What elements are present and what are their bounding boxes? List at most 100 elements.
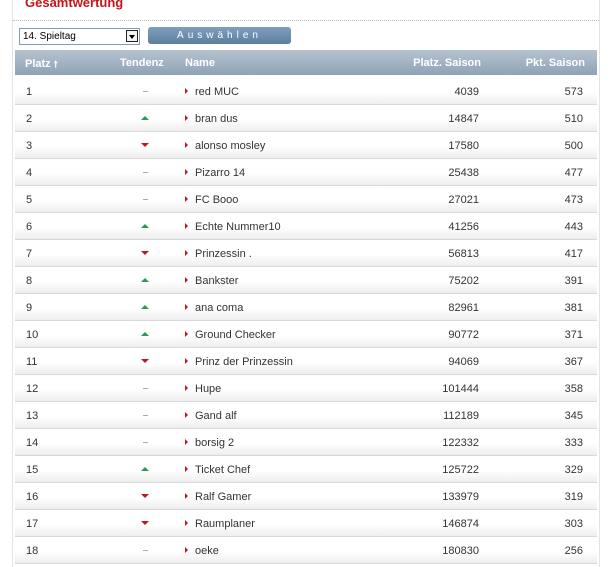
rank-cell: 4 [26,167,33,179]
player-name-link[interactable]: red MUC [185,86,239,98]
column-header-season-points[interactable]: Pkt. Saison [526,57,585,69]
page-title: Gesamtwertung [25,0,124,10]
season-place-cell: 25438 [448,167,479,179]
trend-up-icon [141,332,149,336]
chevron-down-icon[interactable] [126,30,138,42]
bullet-arrow-icon [185,358,188,364]
bullet-arrow-icon [185,250,188,256]
player-name-link[interactable]: Ralf Gamer [185,491,251,503]
player-name-link[interactable]: FC Booo [185,194,238,206]
player-name-link[interactable]: ana coma [185,302,243,314]
trend-cell [137,464,153,476]
season-points-cell: 358 [564,383,583,395]
player-name[interactable]: ana coma [195,302,243,314]
player-name-link[interactable]: Ground Checker [185,329,276,341]
player-name-link[interactable]: Prinzessin . [185,248,252,260]
player-name[interactable]: Bankster [195,275,238,287]
player-name-link[interactable]: oeke [185,545,219,557]
season-place-cell: 112189 [443,410,479,422]
season-place-cell: 27021 [448,194,479,206]
trend-same-icon [142,415,148,416]
select-button[interactable]: Auswählen [148,27,291,44]
season-points-cell: 303 [564,518,583,530]
season-place-cell: 133979 [442,491,479,503]
bullet-arrow-icon [185,493,188,499]
matchday-select[interactable]: 14. Spieltag [19,28,140,45]
table-row: 13 Gand alf 112189 345 [15,402,597,429]
player-name[interactable]: Echte Nummer10 [195,221,281,233]
trend-cell [137,383,153,395]
player-name-link[interactable]: Ticket Chef [185,464,250,476]
player-name[interactable]: bran dus [195,113,238,125]
season-points-cell: 381 [564,302,583,314]
player-name[interactable]: Prinzessin . [195,248,252,260]
season-place-cell: 82961 [448,302,479,314]
table-row: 15 Ticket Chef 125722 329 [15,456,597,483]
trend-cell [137,86,153,98]
player-name[interactable]: Raumplaner [195,518,255,530]
player-name[interactable]: alonso mosley [195,140,265,152]
trend-cell [137,545,153,557]
player-name[interactable]: Ground Checker [195,329,276,341]
player-name-link[interactable]: Raumplaner [185,518,255,530]
table-row: 12 Hupe 101444 358 [15,375,597,402]
player-name-link[interactable]: Hupe [185,383,221,395]
bullet-arrow-icon [185,439,188,445]
player-name-link[interactable]: alonso mosley [185,140,265,152]
player-name[interactable]: Hupe [195,383,221,395]
player-name[interactable]: Prinz der Prinzessin [195,356,293,368]
player-name[interactable]: FC Booo [195,194,238,206]
column-header-rank[interactable]: Platz 🠕 [25,57,58,73]
player-name-link[interactable]: bran dus [185,113,238,125]
season-points-cell: 329 [564,464,583,476]
bullet-arrow-icon [185,88,188,94]
season-points-cell: 367 [564,356,583,368]
table-row: 7 Prinzessin . 56813 417 [15,240,597,267]
bullet-arrow-icon [185,196,188,202]
player-name[interactable]: Ticket Chef [195,464,250,476]
bullet-arrow-icon [185,277,188,283]
player-name-link[interactable]: Gand alf [185,410,237,422]
player-name-link[interactable]: Echte Nummer10 [185,221,281,233]
player-name[interactable]: Ralf Gamer [195,491,251,503]
column-header-season-place[interactable]: Platz. Saison [413,57,481,69]
trend-same-icon [142,172,148,173]
trend-cell [137,248,153,260]
trend-down-icon [141,251,149,255]
player-name[interactable]: Gand alf [195,410,237,422]
trend-cell [137,437,153,449]
bullet-arrow-icon [185,466,188,472]
trend-cell [137,356,153,368]
player-name[interactable]: red MUC [195,86,239,98]
player-name-link[interactable]: borsig 2 [185,437,234,449]
season-points-cell: 391 [564,275,583,287]
rank-cell: 7 [26,248,33,260]
bullet-arrow-icon [185,115,188,121]
matchday-select-value: 14. Spieltag [23,31,76,42]
season-points-cell: 319 [564,491,583,503]
sort-up-arrow-icon[interactable]: 🠕 [54,59,58,69]
bullet-arrow-icon [185,520,188,526]
player-name[interactable]: Pizarro 14 [195,167,245,179]
player-name-link[interactable]: Bankster [185,275,238,287]
season-place-cell: 94069 [448,356,479,368]
rank-cell: 9 [26,302,33,314]
player-name-link[interactable]: Prinz der Prinzessin [185,356,293,368]
player-name[interactable]: borsig 2 [195,437,234,449]
table-row: 14 borsig 2 122332 333 [15,429,597,456]
column-header-name[interactable]: Name [185,57,215,69]
rank-cell: 14 [26,437,39,449]
trend-cell [137,518,153,530]
trend-same-icon [142,442,148,443]
trend-cell [137,194,153,206]
season-place-cell: 14847 [448,113,479,125]
bullet-arrow-icon [185,331,188,337]
rank-cell: 15 [26,464,39,476]
player-name[interactable]: oeke [195,545,219,557]
table-row: 18 oeke 180830 256 [15,537,597,564]
column-header-trend[interactable]: Tendenz [120,57,164,69]
trend-up-icon [141,467,149,471]
table-row: 6 Echte Nummer10 41256 443 [15,213,597,240]
season-place-cell: 90772 [448,329,479,341]
player-name-link[interactable]: Pizarro 14 [185,167,245,179]
